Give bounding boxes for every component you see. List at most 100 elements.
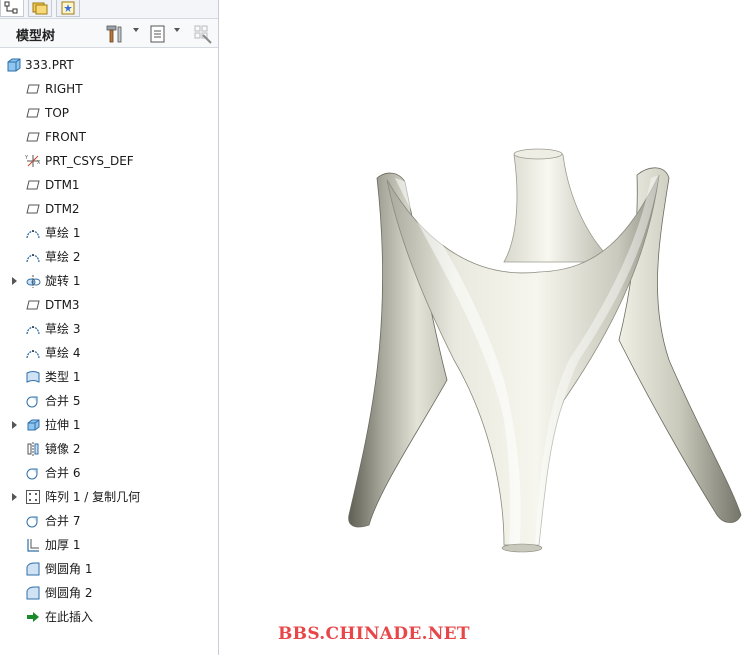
- tree-root-part[interactable]: 333.PRT: [0, 53, 218, 77]
- tree-item-label: FRONT: [45, 130, 86, 144]
- model-top-neck: [503, 149, 616, 263]
- model-tree-panel: 模型树 333.PRT RIGHT TOP FRONT Y X PRT_CSYS…: [0, 0, 219, 655]
- tree-item[interactable]: 草绘 4: [0, 341, 218, 365]
- filter-button[interactable]: [193, 24, 213, 44]
- tree-item[interactable]: Y X PRT_CSYS_DEF: [0, 149, 218, 173]
- hammer-wrench-icon: [106, 25, 122, 43]
- tree-item[interactable]: 在此插入: [0, 605, 218, 629]
- tree-item[interactable]: 加厚 1: [0, 533, 218, 557]
- tree-item-label: PRT_CSYS_DEF: [45, 154, 134, 168]
- insert-here-arrow-icon: [25, 609, 41, 625]
- tree-item[interactable]: 类型 1: [0, 365, 218, 389]
- filter-grid-icon: [194, 25, 212, 44]
- style-surface-icon: [25, 369, 41, 385]
- tree-item-label: DTM1: [45, 178, 80, 192]
- round-icon: [25, 561, 41, 577]
- tree-item[interactable]: TOP: [0, 101, 218, 125]
- pattern-icon: [25, 489, 41, 505]
- datum-plane-icon: [25, 129, 41, 145]
- tree-item-label: 镜像 2: [45, 442, 81, 456]
- tree-item-label: RIGHT: [45, 82, 83, 96]
- expand-arrow-icon[interactable]: [12, 493, 17, 501]
- datum-plane-icon: [25, 177, 41, 193]
- tree-item-label: TOP: [45, 106, 70, 120]
- favorites-star-icon: [61, 1, 75, 15]
- tree-item[interactable]: 草绘 2: [0, 245, 218, 269]
- tree-item[interactable]: 旋转 1: [0, 269, 218, 293]
- graphics-viewport[interactable]: [219, 0, 751, 655]
- tree-item[interactable]: RIGHT: [0, 77, 218, 101]
- watermark-text: BBS.CHINADE.NET: [278, 624, 470, 644]
- tree-item[interactable]: 草绘 3: [0, 317, 218, 341]
- model-front-foot: [501, 543, 543, 553]
- tree-item-label: 拉伸 1: [45, 418, 81, 432]
- model-3d-view[interactable]: [219, 0, 751, 655]
- datum-plane-icon: [25, 201, 41, 217]
- settings-dropdown-caret[interactable]: [133, 28, 139, 32]
- model-leg-back-left: [348, 172, 448, 528]
- tree-item-label: 加厚 1: [45, 538, 81, 552]
- list-document-icon: [150, 25, 165, 43]
- tree-item[interactable]: FRONT: [0, 125, 218, 149]
- tree-item-label: 合并 5: [45, 394, 81, 408]
- tree-item[interactable]: 阵列 1 / 复制几何: [0, 485, 218, 509]
- tab-model-tree[interactable]: [0, 0, 24, 17]
- tree-item-label: 合并 6: [45, 466, 81, 480]
- merge-icon: [25, 513, 41, 529]
- folder-layers-icon: [32, 2, 48, 15]
- expand-arrow-icon[interactable]: [12, 277, 17, 285]
- tree-item-label: 草绘 3: [45, 322, 81, 336]
- tree-item-label: 草绘 2: [45, 250, 81, 264]
- expand-arrow-icon[interactable]: [12, 421, 17, 429]
- coordinate-system-icon: YX: [24, 153, 41, 169]
- tree-item[interactable]: 草绘 1: [0, 221, 218, 245]
- tree-item-label: 草绘 4: [45, 346, 81, 360]
- sketch-icon: [25, 345, 41, 361]
- tree-item[interactable]: 拉伸 1: [0, 413, 218, 437]
- show-list-button[interactable]: [149, 24, 167, 44]
- panel-title: 模型树: [16, 29, 56, 44]
- tree-item[interactable]: 合并 5: [0, 389, 218, 413]
- tree-item-label: 倒圆角 2: [45, 586, 93, 600]
- merge-icon: [25, 393, 41, 409]
- settings-tools-button[interactable]: [104, 24, 124, 44]
- tree-item[interactable]: 合并 7: [0, 509, 218, 533]
- tab-folder-browser[interactable]: [28, 0, 52, 17]
- tree-item[interactable]: DTM3: [0, 293, 218, 317]
- panel-tab-strip: [0, 0, 218, 19]
- svg-text:X: X: [37, 160, 41, 166]
- sketch-icon: [25, 225, 41, 241]
- tree-item-label: 阵列 1 / 复制几何: [45, 490, 141, 504]
- tree-item[interactable]: DTM1: [0, 173, 218, 197]
- tree-item-label: 合并 7: [45, 514, 81, 528]
- tree-item[interactable]: DTM2: [0, 197, 218, 221]
- tree-item[interactable]: 合并 6: [0, 461, 218, 485]
- datum-plane-icon: [25, 105, 41, 121]
- tree-view-icon: [4, 1, 18, 14]
- datum-plane-icon: [25, 297, 41, 313]
- tree-item-label: DTM3: [45, 298, 80, 312]
- mirror-icon: [25, 441, 41, 457]
- model-top-opening: [513, 148, 563, 160]
- tree-item[interactable]: 倒圆角 1: [0, 557, 218, 581]
- tree-item-label: DTM2: [45, 202, 80, 216]
- svg-text:Y: Y: [25, 155, 29, 161]
- extrude-icon: [25, 417, 41, 433]
- tree-item-label: 在此插入: [45, 610, 94, 624]
- revolve-icon: [25, 273, 41, 289]
- model-tree-header: 模型树: [0, 19, 218, 48]
- thicken-icon: [25, 537, 41, 553]
- tree-item-label: 草绘 1: [45, 226, 81, 240]
- tab-favorites[interactable]: [56, 0, 80, 17]
- tree-item-label: 旋转 1: [45, 274, 81, 288]
- sketch-icon: [25, 321, 41, 337]
- show-dropdown-caret[interactable]: [174, 28, 180, 32]
- tree-root-label: 333.PRT: [25, 58, 74, 72]
- tree-item[interactable]: 镜像 2: [0, 437, 218, 461]
- tree-item-label: 类型 1: [45, 370, 81, 384]
- datum-plane-icon: [25, 81, 41, 97]
- tree-item[interactable]: 倒圆角 2: [0, 581, 218, 605]
- merge-icon: [25, 465, 41, 481]
- round-icon: [25, 585, 41, 601]
- tree-item-label: 倒圆角 1: [45, 562, 93, 576]
